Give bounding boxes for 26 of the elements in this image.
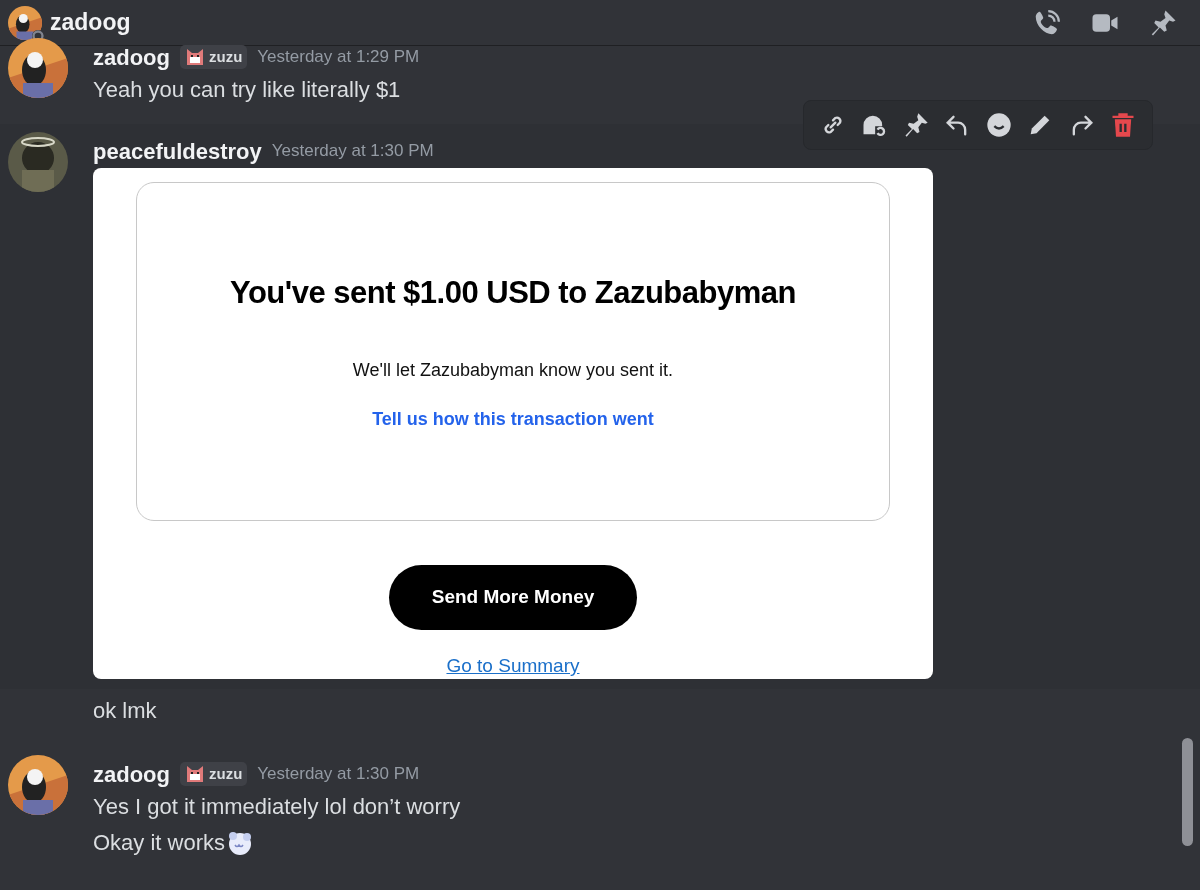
message-text: Yes I got it immediately lol don’t worry [93,793,461,821]
avatar[interactable] [8,132,68,192]
summary-link[interactable]: Go to Summary [446,655,580,677]
message-text: Okay it works [93,829,226,857]
timestamp: Yesterday at 1:29 PM [257,46,420,69]
send-money-button[interactable]: Send More Money [389,565,637,630]
cat-icon [185,48,205,66]
role-tag: zuzu [180,761,248,787]
avatar[interactable] [8,38,68,98]
avatar[interactable] [8,5,42,40]
confirmation-text: We'll let Zazubabyman know you sent it. [352,358,674,382]
scrollbar-thumb[interactable] [1182,738,1193,846]
role-tag: zuzu [180,44,248,70]
username[interactable]: zadoog [93,40,170,74]
username[interactable]: peacefuldestroy [93,134,262,168]
feedback-link[interactable]: Tell us how this transaction went [372,405,654,433]
channel-title: zadoog [50,8,131,38]
timestamp: Yesterday at 1:30 PM [257,763,420,786]
avatar[interactable] [8,755,68,815]
message-text: Yeah you can try like literally $1 [93,76,401,104]
message-text: ok lmk [93,697,157,725]
username[interactable]: zadoog [93,757,170,791]
timestamp: Yesterday at 1:30 PM [271,140,434,163]
smiley-icon[interactable] [984,111,1013,139]
confirmation-heading: You've sent $1.00 USD to Zazubabyman [230,274,796,313]
cat-icon [185,765,205,783]
